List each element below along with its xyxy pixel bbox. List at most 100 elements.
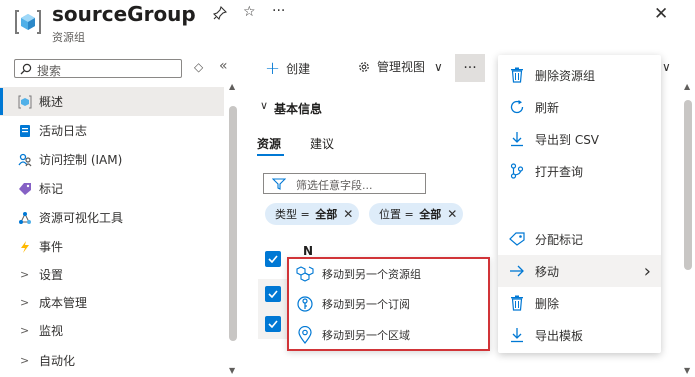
chevron-right-icon: >	[20, 268, 30, 281]
move-submenu: 移动到另一个资源组 移动到另一个订阅 移动到另一个区域	[287, 257, 490, 351]
create-button[interactable]: + 创建	[265, 58, 310, 79]
scroll-down-icon[interactable]: ▼	[684, 366, 690, 375]
sidebar-item-activity-log[interactable]: 活动日志	[0, 116, 224, 145]
manage-view-label: 管理视图	[377, 60, 426, 74]
trash-icon	[508, 294, 526, 312]
page-subtitle: 资源组	[52, 31, 85, 44]
more-actions-button[interactable]: ···	[455, 54, 485, 82]
search-input[interactable]: 搜索	[14, 59, 182, 78]
submenu-item-label: 移动到另一个区域	[322, 329, 410, 342]
scroll-down-icon[interactable]: ▼	[229, 366, 235, 375]
sidebar-item-label: 事件	[39, 240, 64, 254]
menu-item-label: 分配标记	[535, 232, 584, 247]
submenu-item-move-to-region[interactable]: 移动到另一个区域	[289, 320, 488, 350]
sidebar-item-tags[interactable]: 标记	[0, 174, 224, 203]
pill-eq: =	[401, 207, 418, 221]
section-title: 基本信息	[274, 102, 323, 116]
pill-value: 全部	[419, 208, 442, 221]
pill-value: 全部	[315, 208, 338, 221]
menu-item-label: 导出到 CSV	[535, 132, 600, 147]
sidebar-item-iam[interactable]: 访问控制 (IAM)	[0, 145, 224, 174]
sidebar-item-label: 标记	[39, 182, 64, 196]
download-icon	[508, 326, 526, 344]
collapse-sidebar-icon[interactable]: «	[219, 58, 228, 74]
activity-log-icon	[18, 124, 32, 138]
filter-pill-location[interactable]: 位置 = 全部 ✕	[369, 203, 464, 225]
menu-item-delete-resource-group[interactable]: 删除资源组	[498, 59, 661, 91]
scroll-up-icon[interactable]: ▲	[229, 82, 235, 91]
menu-item-label: 刷新	[535, 100, 560, 115]
tab-recommendations[interactable]: 建议	[310, 135, 334, 152]
main-scrollbar[interactable]	[684, 100, 692, 270]
sidebar-item-label: 成本管理	[39, 296, 88, 310]
menu-item-refresh[interactable]: 刷新	[498, 91, 661, 123]
row-checkbox[interactable]	[265, 286, 281, 302]
tag-icon	[508, 230, 526, 248]
close-icon[interactable]: ✕	[343, 207, 353, 221]
menu-item-export-template[interactable]: 导出模板	[498, 319, 661, 351]
sidebar-item-cost-management[interactable]: > 成本管理	[0, 288, 224, 317]
sidebar-item-events[interactable]: 事件	[0, 232, 224, 261]
row-checkbox[interactable]	[265, 316, 281, 332]
sidebar-item-settings[interactable]: > 设置	[0, 260, 224, 289]
select-all-checkbox[interactable]	[265, 251, 281, 267]
sidebar-item-label: 访问控制 (IAM)	[39, 153, 123, 167]
search-icon	[20, 63, 32, 75]
key-icon	[296, 295, 314, 313]
query-icon	[508, 162, 526, 180]
more-actions-menu: 删除资源组 刷新 导出到 CSV 打开查询 分配标记 移动 › 删除 导出模板	[498, 55, 661, 353]
cubes-icon	[296, 265, 314, 283]
sidebar-item-label: 概述	[39, 95, 64, 109]
column-header-name[interactable]: N	[303, 244, 313, 258]
sidebar-item-visualizer[interactable]: 资源可视化工具	[0, 203, 224, 232]
menu-item-export-csv[interactable]: 导出到 CSV	[498, 123, 661, 155]
menu-item-label: 打开查询	[535, 164, 584, 179]
submenu-item-move-to-subscription[interactable]: 移动到另一个订阅	[289, 289, 488, 319]
sidebar-item-label: 自动化	[39, 354, 76, 368]
visualizer-icon	[18, 211, 32, 225]
submenu-item-label: 移动到另一个资源组	[322, 268, 421, 281]
manage-view-button[interactable]: 管理视图 ∨	[357, 58, 443, 75]
menu-item-move[interactable]: 移动 ›	[498, 255, 661, 287]
chevron-down-icon[interactable]: ∨	[662, 60, 671, 74]
location-icon	[296, 326, 314, 344]
filter-pill-type[interactable]: 类型 = 全部 ✕	[265, 203, 360, 225]
people-icon	[18, 153, 32, 167]
chevron-down-icon: ∨	[434, 59, 443, 74]
pin-icon[interactable]	[212, 5, 228, 24]
sidebar-item-monitoring[interactable]: > 监视	[0, 316, 224, 345]
close-icon[interactable]: ✕	[447, 207, 457, 221]
menu-item-open-query[interactable]: 打开查询	[498, 155, 661, 187]
chevron-right-icon: >	[20, 324, 30, 337]
section-collapse-icon[interactable]: ∨	[260, 99, 268, 112]
page-title: sourceGroup	[52, 2, 196, 26]
sidebar-item-label: 监视	[39, 324, 64, 338]
sidebar-item-label: 设置	[39, 268, 64, 282]
resource-group-icon	[14, 8, 42, 36]
sidebar-item-automation[interactable]: > 自动化	[0, 346, 224, 375]
menu-item-label: 删除	[535, 296, 560, 311]
menu-item-label: 删除资源组	[535, 68, 596, 83]
favorite-star-icon[interactable]: ☆	[243, 4, 256, 20]
menu-item-assign-tags[interactable]: 分配标记	[498, 223, 661, 255]
menu-item-label: 导出模板	[535, 328, 584, 343]
submenu-item-move-to-resource-group[interactable]: 移动到另一个资源组	[289, 259, 488, 289]
plus-icon: +	[265, 58, 281, 79]
filter-icon	[272, 178, 286, 190]
refresh-icon	[508, 98, 526, 116]
menu-item-delete[interactable]: 删除	[498, 287, 661, 319]
filter-input[interactable]: 筛选任意字段...	[263, 173, 426, 194]
sidebar-item-overview[interactable]: 概述	[0, 87, 224, 116]
filter-placeholder: 筛选任意字段...	[296, 179, 373, 192]
resource-group-icon	[18, 95, 32, 109]
scroll-up-icon[interactable]: ▲	[684, 82, 690, 91]
tag-icon	[18, 182, 32, 196]
arrow-right-icon	[508, 262, 526, 280]
sidebar-scrollbar[interactable]	[229, 106, 237, 341]
sort-icon[interactable]: ◇	[194, 60, 203, 74]
header-more-icon[interactable]: ···	[272, 3, 285, 19]
chevron-right-icon: >	[20, 354, 30, 367]
close-icon[interactable]: ✕	[654, 4, 668, 24]
tab-resources[interactable]: 资源	[257, 135, 281, 152]
lightning-icon	[18, 240, 32, 254]
